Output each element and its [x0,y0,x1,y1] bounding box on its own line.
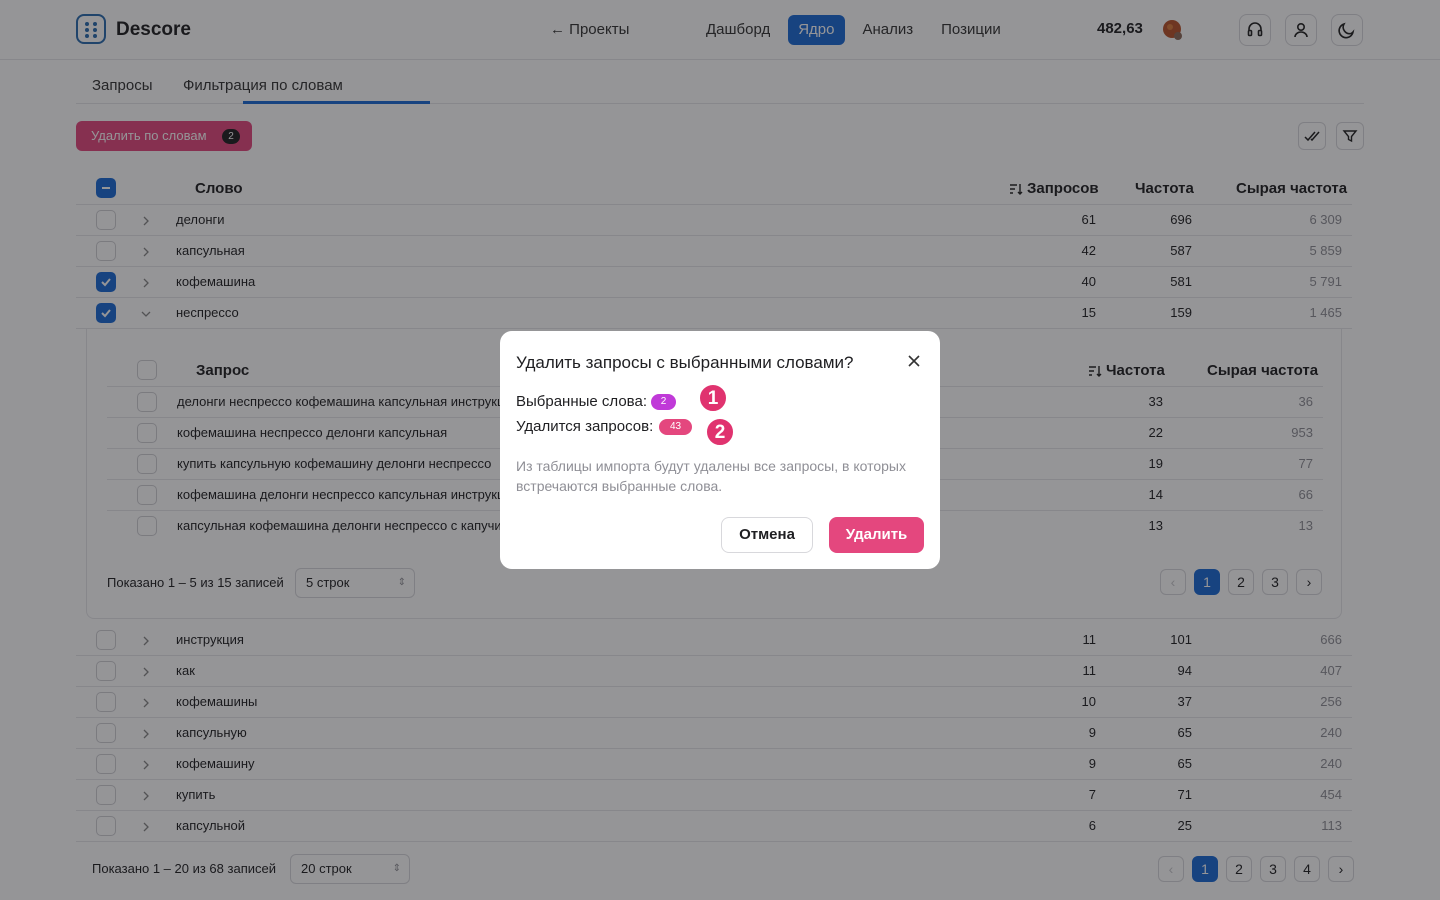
delete-count-badge: 43 [659,419,692,435]
selected-words-label: Выбранные слова: [516,393,647,410]
annotation-marker-1: 1 [699,384,727,412]
dialog-title: Удалить запросы с выбранными словами? [516,353,854,372]
close-icon[interactable] [906,353,922,369]
confirm-delete-button[interactable]: Удалить [829,517,924,553]
selected-words-count: 2 [651,394,676,410]
delete-count-label: Удалится запросов: [516,418,654,435]
delete-confirm-dialog: Удалить запросы с выбранными словами? Вы… [500,331,940,569]
annotation-marker-2: 2 [706,418,734,446]
dialog-description: Из таблицы импорта будут удалены все зап… [516,458,906,494]
cancel-button[interactable]: Отмена [721,517,813,553]
